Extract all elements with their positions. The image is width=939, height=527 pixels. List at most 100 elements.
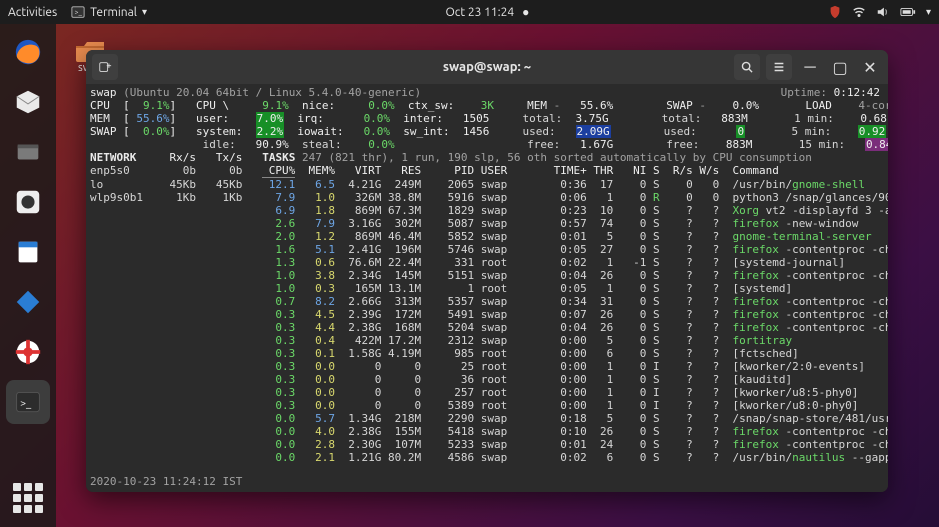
proc-row: 0.3 0.1 1.58G 4.19M 985 root 0:00 6 0 S … [88, 347, 886, 360]
tasks-label: TASKS [262, 151, 295, 164]
maximize-button[interactable]: ▢ [828, 55, 852, 79]
app-menu-label: Terminal [90, 6, 137, 19]
dock: >_ [0, 24, 56, 527]
uptime-value: 0:12:42 [834, 86, 880, 99]
proc-row: 0.0 4.0 2.38G 155M 5418 swap 0:10 26 0 S… [88, 425, 886, 438]
minimize-button[interactable]: ─ [798, 55, 822, 79]
load-core: 4-core [858, 99, 888, 112]
tx-hdr: Tx/s [216, 151, 243, 164]
dock-files[interactable] [6, 130, 50, 174]
mem-label: MEM [527, 99, 547, 112]
cpu-pct: 9.1% [143, 99, 170, 112]
proc-row: 0.3 0.4 422M 17.2M 2312 swap 0:00 5 0 S … [88, 334, 886, 347]
mem-used: 2.09G [576, 125, 611, 138]
swap-used: 0 [736, 125, 745, 138]
proc-row: 0.3 0.0 0 0 36 root 0:00 1 0 S ? ? [kaud… [88, 373, 886, 386]
proc-row: 0.0 2.1 1.21G 80.2M 4586 swap 0:02 6 0 S… [88, 451, 886, 464]
proc-row: 0.7 8.2 2.66G 313M 5357 swap 0:34 31 0 S… [88, 295, 886, 308]
proc-row: 1.6 5.1 2.41G 196M 5746 swap 0:05 27 0 S… [88, 243, 886, 256]
svg-text:>_: >_ [20, 396, 32, 408]
uptime-label: Uptime: [781, 86, 827, 99]
proc-header: enp5s0 0b 0b CPU% MEM% VIRT RES PID USER… [88, 164, 886, 178]
proc-row: 0.3 4.5 2.39G 172M 5491 swap 0:07 26 0 S… [88, 308, 886, 321]
close-button[interactable]: ✕ [858, 55, 882, 79]
dock-mail[interactable] [6, 80, 50, 124]
proc-row: 1.3 0.6 76.6M 22.4M 331 root 0:02 1 -1 S… [88, 256, 886, 269]
wifi-icon[interactable] [852, 5, 866, 19]
load15-label: 15 min: [799, 138, 845, 151]
dock-terminal[interactable]: >_ [6, 380, 50, 424]
proc-row: 2.0 1.2 869M 46.4M 5852 swap 0:01 5 0 S … [88, 230, 886, 243]
mem-val: 55.6% [136, 112, 169, 125]
system-menu-chevron-icon[interactable]: ▾ [926, 6, 931, 18]
dock-app[interactable] [6, 280, 50, 324]
mem-total: 3.75G [576, 112, 609, 125]
user-val: 7.0% [256, 112, 285, 125]
load1-label: 1 min: [794, 112, 834, 125]
battery-icon[interactable] [900, 5, 916, 19]
proc-row: 0.3 0.0 0 0 25 root 0:00 1 0 I ? ? [kwor… [88, 360, 886, 373]
swap-free: 883M [726, 138, 753, 151]
topbar-clock[interactable]: Oct 23 11:24● [446, 5, 530, 19]
footer-ts: 2020-10-23 11:24:12 IST [90, 475, 242, 488]
terminal-window: swap@swap: ~ ─ ▢ ✕ swap (Ubuntu 20.04 64… [86, 50, 888, 492]
gnome-topbar: Activities >_ Terminal ▾ Oct 23 11:24● ▾ [0, 0, 939, 24]
proc-row: 0.3 4.4 2.38G 168M 5204 swap 0:04 26 0 S… [88, 321, 886, 334]
dock-office[interactable] [6, 230, 50, 274]
swap-pct: 0.0% [733, 99, 760, 112]
system-val: 2.2% [256, 125, 285, 138]
swap-dash: - [699, 99, 706, 112]
proc-row: 0.3 0.0 0 0 5389 root 0:00 1 0 I ? ? [kw… [88, 399, 886, 412]
new-tab-button[interactable] [92, 54, 118, 80]
mem-dash: - [554, 99, 561, 112]
inter-val: 1505 [463, 112, 490, 125]
dock-apps-grid[interactable] [0, 483, 56, 513]
terminal-content[interactable]: swap (Ubuntu 20.04 64bit / Linux 5.4.0-4… [86, 84, 888, 492]
dock-music[interactable] [6, 180, 50, 224]
proc-row: 2.6 7.9 3.16G 302M 5087 swap 0:57 74 0 S… [88, 217, 886, 230]
load1-val: 0.68 [860, 112, 887, 125]
mem-pct: 55.6% [580, 99, 613, 112]
idle-val: 90.9% [256, 138, 289, 151]
dock-firefox[interactable] [6, 30, 50, 74]
proc-row: 0.0 5.7 1.34G 218M 2290 swap 0:18 5 0 S … [88, 412, 886, 425]
proc-row: 0.3 0.0 0 0 257 root 0:00 1 0 I ? ? [kwo… [88, 386, 886, 399]
irq-val: 0.0% [364, 112, 391, 125]
load5-val: 0.92 [858, 125, 887, 138]
steal-val: 0.0% [368, 138, 395, 151]
load-label: LOAD [805, 99, 832, 112]
proc-row: 6.9 1.8 869M 67.3M 1829 swap 0:23 10 0 S… [88, 204, 886, 217]
swap-val: 0.0% [143, 125, 170, 138]
timestamp-row: 2020-10-23 11:24:12 IST [88, 475, 242, 488]
search-button[interactable] [734, 54, 760, 80]
proc-row: 1.0 0.3 165M 13.1M 1 root 0:05 1 0 S ? ?… [88, 282, 886, 295]
proc-row: wlp9s0b1 1Kb 1Kb 7.9 1.0 326M 38.8M 5916… [88, 191, 886, 204]
volume-icon[interactable] [876, 5, 890, 19]
dock-help[interactable] [6, 330, 50, 374]
proc-row: 1.0 3.8 2.34G 145M 5151 swap 0:04 26 0 S… [88, 269, 886, 282]
rx-hdr: Rx/s [169, 151, 196, 164]
swint-val: 1456 [463, 125, 490, 138]
hostname: swap [90, 86, 117, 99]
load15-val: 0.84 [865, 138, 888, 151]
cpu-bar: 9.1% [262, 99, 289, 112]
shield-icon[interactable] [828, 5, 842, 19]
app-menu[interactable]: >_ Terminal ▾ [71, 5, 147, 19]
network-header: NETWORK [90, 151, 136, 164]
activities-button[interactable]: Activities [8, 6, 57, 19]
iowait-val: 0.0% [364, 125, 391, 138]
network-rows: enp5s0 0b 0b CPU% MEM% VIRT RES PID USER… [88, 164, 886, 464]
proc-row: 0.0 2.8 2.30G 107M 5233 swap 0:01 24 0 S… [88, 438, 886, 451]
terminal-icon: >_ [71, 5, 85, 19]
tasks-text: 247 (821 thr), 1 run, 190 slp, 56 oth so… [302, 151, 812, 164]
chevron-down-icon: ▾ [142, 6, 147, 18]
swap-label: SWAP [666, 99, 693, 112]
ctx-val: 3K [481, 99, 494, 112]
os-line: (Ubuntu 20.04 64bit / Linux 5.4.0-40-gen… [123, 86, 421, 99]
hamburger-menu-button[interactable] [766, 54, 792, 80]
mem-free: 1.67G [580, 138, 613, 151]
svg-text:>_: >_ [75, 9, 83, 17]
titlebar: swap@swap: ~ ─ ▢ ✕ [86, 50, 888, 84]
proc-row: lo 45Kb 45Kb 12.1 6.5 4.21G 249M 2065 sw… [88, 178, 886, 191]
load5-label: 5 min: [791, 125, 831, 138]
